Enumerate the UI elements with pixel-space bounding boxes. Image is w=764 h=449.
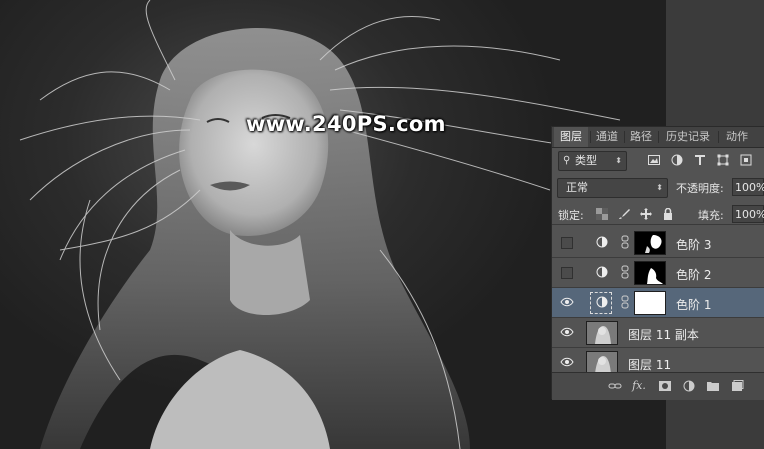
mask-link-icon[interactable]	[621, 265, 629, 279]
levels-adjustment-icon	[596, 266, 608, 278]
tab-actions[interactable]: 动作	[720, 127, 754, 147]
fill-label: 填充:	[698, 209, 724, 222]
smart-object-filter-icon[interactable]	[740, 154, 752, 166]
pixel-filter-icon[interactable]	[648, 154, 660, 166]
filter-type-label: 类型	[575, 154, 597, 167]
layers-panel-footer: fx.	[552, 372, 764, 400]
new-layer-icon[interactable]	[730, 380, 744, 392]
mask-icon[interactable]	[658, 380, 672, 392]
eye-icon[interactable]	[560, 327, 574, 337]
filter-type-select[interactable]: ⚲ 类型 ⬍	[558, 151, 627, 171]
fx-icon[interactable]: fx.	[632, 380, 646, 392]
watermark-text: www.240PS.com	[246, 112, 446, 136]
adjustment-icon[interactable]	[682, 380, 696, 392]
mask-link-icon[interactable]	[621, 235, 629, 249]
eye-icon[interactable]	[560, 297, 574, 307]
layer-filter-row: ⚲ 类型 ⬍	[552, 148, 764, 174]
layer-name: 图层 11	[628, 358, 672, 372]
blend-mode-label: 正常	[566, 181, 588, 194]
layer-mask-thumbnail[interactable]	[634, 261, 666, 285]
layer-row-layer-11-copy[interactable]: 图层 11 副本	[552, 318, 764, 348]
panel-tab-bar: 图层 通道 路径 历史记录 动作	[552, 127, 764, 148]
search-icon: ⚲	[563, 155, 571, 166]
blend-row: 正常 ⬍ 不透明度: 100%	[552, 176, 764, 198]
fill-input[interactable]: 100%	[732, 205, 764, 223]
tab-layers[interactable]: 图层	[554, 127, 588, 147]
layer-mask-thumbnail[interactable]	[634, 231, 666, 255]
tab-paths[interactable]: 路径	[626, 127, 656, 147]
link-icon[interactable]	[608, 380, 622, 392]
opacity-label: 不透明度:	[676, 182, 724, 195]
layer-name: 色阶 2	[676, 268, 712, 282]
visibility-toggle-off[interactable]	[561, 237, 573, 249]
levels-adjustment-icon	[596, 296, 608, 308]
layer-name: 色阶 3	[676, 238, 712, 252]
lock-all-icon[interactable]	[662, 208, 674, 220]
shape-filter-icon[interactable]	[717, 154, 729, 166]
lock-image-brush-icon[interactable]	[618, 208, 630, 220]
layer-name: 色阶 1	[676, 298, 712, 312]
tab-history[interactable]: 历史记录	[660, 127, 716, 147]
layer-row-levels-3[interactable]: 色阶 3	[552, 228, 764, 258]
lock-transparent-icon[interactable]	[596, 208, 608, 220]
spinner-icon: ⬍	[615, 156, 622, 165]
adjustment-filter-icon[interactable]	[671, 154, 683, 166]
eye-icon[interactable]	[560, 357, 574, 367]
lock-row: 锁定: 填充: 100%	[552, 202, 764, 225]
lock-label: 锁定:	[558, 209, 584, 222]
layer-name: 图层 11 副本	[628, 328, 699, 342]
lock-position-move-icon[interactable]	[640, 208, 652, 220]
opacity-input[interactable]: 100%	[732, 178, 764, 196]
visibility-toggle-off[interactable]	[561, 267, 573, 279]
levels-adjustment-icon	[596, 236, 608, 248]
layer-mask-thumbnail[interactable]	[634, 291, 666, 315]
mask-link-icon[interactable]	[621, 295, 629, 309]
tab-channels[interactable]: 通道	[592, 127, 622, 147]
spinner-icon: ⬍	[656, 183, 663, 192]
folder-icon[interactable]	[706, 380, 720, 392]
layer-row-levels-1[interactable]: 色阶 1	[552, 288, 764, 318]
type-filter-icon[interactable]	[694, 154, 706, 166]
blend-mode-select[interactable]: 正常 ⬍	[557, 178, 668, 198]
layers-panel: 图层 通道 路径 历史记录 动作 ⚲ 类型 ⬍ 正常 ⬍ 不透明度: 100% …	[551, 126, 764, 400]
layer-row-levels-2[interactable]: 色阶 2	[552, 258, 764, 288]
layer-thumbnail[interactable]	[586, 321, 618, 345]
